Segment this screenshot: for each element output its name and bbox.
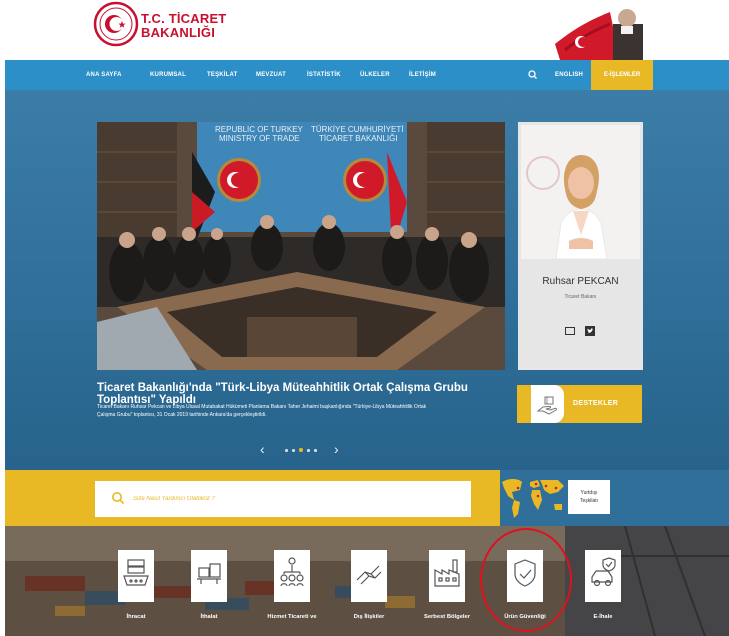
service-e-ihale-label: E-İhale — [593, 614, 613, 620]
carousel-dot-active[interactable] — [299, 448, 303, 452]
hand-support-icon — [531, 385, 564, 423]
news-summary: Ticaret Bakanı Ruhsar Pekcan ve Libya Ul… — [97, 404, 427, 418]
yurtdisi-teskilati-link[interactable]: Yurtdışı Teşkilatı — [568, 480, 610, 514]
nav-mevzuat[interactable]: MEVZUAT — [256, 60, 286, 90]
minister-title: Ticaret Bakanı — [564, 294, 597, 300]
flag-ataturk-portrait-image — [555, 9, 643, 60]
minister-photo[interactable] — [521, 125, 640, 259]
carousel-dot[interactable] — [285, 449, 288, 452]
service-ithalat[interactable]: İthalat — [178, 550, 248, 630]
carousel-dot[interactable] — [307, 449, 310, 452]
search-icon[interactable] — [111, 491, 125, 505]
nav-english[interactable]: ENGLISH — [555, 60, 583, 90]
mail-icon[interactable] — [565, 327, 575, 335]
svg-text:TİCARET BAKANLIĞI: TİCARET BAKANLIĞI — [319, 134, 398, 143]
service-serbest-bolgeler[interactable]: Serbest Bölgeler — [416, 550, 486, 630]
yurtdisi-line1: Yurtdışı — [580, 490, 598, 496]
carousel-next-button[interactable]: › — [334, 440, 339, 458]
service-dis-iliskiler[interactable]: Dış İlişkiler — [338, 550, 408, 630]
service-ithalat-label: İthalat — [200, 614, 218, 620]
service-dis-iliskiler-label: Dış İlişkiler — [353, 614, 385, 620]
service-e-ihale[interactable]: E-İhale — [572, 550, 642, 630]
nav-ulkeler[interactable]: ÜLKELER — [360, 60, 390, 90]
ministry-seal-icon — [93, 1, 139, 47]
site-search-box — [95, 481, 471, 517]
service-ihracat-label: İhracat — [126, 614, 146, 620]
factory-icon — [429, 550, 465, 602]
news-photo[interactable]: REPUBLIC OF TURKEY MINISTRY OF TRADE TÜR… — [97, 122, 505, 370]
photo-sign-right: TÜRKİYE CUMHURİYETİ TİCARET BAKANLIĞI — [311, 125, 403, 143]
service-hizmet-ticareti-label: Hizmet Ticareti ve — [267, 614, 317, 620]
world-map-icon[interactable] — [498, 474, 568, 522]
search-band: Yurtdışı Teşkilatı — [5, 470, 729, 526]
red-highlight-circle — [480, 528, 572, 632]
svg-text:MINISTRY OF TRADE: MINISTRY OF TRADE — [219, 134, 299, 143]
site-search-input[interactable] — [133, 481, 453, 517]
main-navbar: ANA SAYFA KURUMSAL TEŞKİLAT MEVZUAT İSTA… — [5, 60, 729, 90]
logo-line2: BAKANLIĞI — [141, 25, 216, 40]
photo-sign-left: REPUBLIC OF TURKEY MINISTRY OF TRADE — [215, 125, 304, 143]
logo-line1: T.C. TİCARET — [141, 11, 227, 26]
ministry-logo[interactable]: T.C. TİCARET BAKANLIĞI — [93, 0, 243, 58]
twitter-icon[interactable] — [585, 326, 595, 336]
cargo-ship-icon — [118, 550, 154, 602]
service-serbest-bolgeler-label: Serbest Bölgeler — [423, 614, 471, 620]
service-hizmet-ticareti[interactable]: Hizmet Ticareti ve — [261, 550, 331, 630]
nav-e-islemler-button[interactable]: E-İŞLEMLER — [591, 60, 653, 90]
yurtdisi-line2: Teşkilatı — [579, 498, 599, 504]
car-shield-icon — [585, 550, 621, 602]
minister-name[interactable]: Ruhsar PEKCAN — [518, 276, 643, 287]
hero-section: REPUBLIC OF TURKEY MINISTRY OF TRADE TÜR… — [5, 90, 729, 470]
service-band: İhracat İthalat Hizmet Ticareti ve Dış İ… — [5, 526, 729, 636]
service-ihracat[interactable]: İhracat — [105, 550, 175, 630]
nav-istatistik[interactable]: İSTATİSTİK — [307, 60, 341, 90]
nav-kurumsal[interactable]: KURUMSAL — [150, 60, 186, 90]
nav-search-icon[interactable] — [525, 60, 541, 90]
nav-iletisim[interactable]: İLETİŞİM — [409, 60, 436, 90]
top-header: T.C. TİCARET BAKANLIĞI — [0, 0, 729, 60]
org-people-icon — [274, 550, 310, 602]
handshake-icon — [351, 550, 387, 602]
nav-teskilat[interactable]: TEŞKİLAT — [207, 60, 238, 90]
carousel-dot[interactable] — [314, 449, 317, 452]
destekler-label: DESTEKLER — [573, 400, 619, 407]
carousel-dot[interactable] — [292, 449, 295, 452]
nav-ana-sayfa[interactable]: ANA SAYFA — [86, 60, 122, 90]
svg-text:REPUBLIC OF TURKEY: REPUBLIC OF TURKEY — [215, 125, 304, 134]
boxes-icon — [191, 550, 227, 602]
svg-text:TÜRKİYE CUMHURİYETİ: TÜRKİYE CUMHURİYETİ — [311, 125, 403, 134]
logo-text: T.C. TİCARET BAKANLIĞI — [141, 12, 226, 40]
carousel-prev-button[interactable]: ‹ — [260, 440, 265, 458]
carousel-controls: ‹ › — [260, 440, 345, 460]
minister-card: Ruhsar PEKCAN Ticaret Bakanı — [518, 122, 643, 370]
destekler-button[interactable]: DESTEKLER — [517, 385, 642, 423]
